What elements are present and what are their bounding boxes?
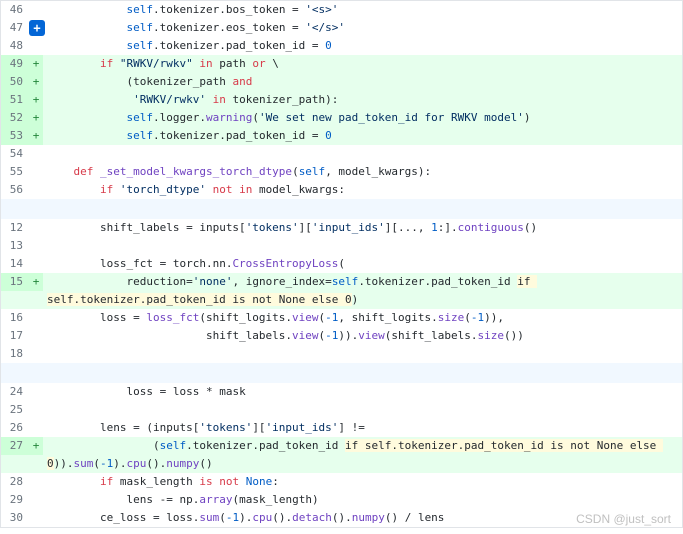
line-number: 53: [1, 127, 29, 145]
code-content[interactable]: if mask_length is not None:: [43, 473, 682, 491]
code-line: 49+ if "RWKV/rwkv" in path or \: [1, 55, 682, 73]
code-content[interactable]: reduction='none', ignore_index=self.toke…: [43, 273, 682, 309]
code-content[interactable]: if "RWKV/rwkv" in path or \: [43, 55, 682, 73]
line-number: 49: [1, 55, 29, 73]
code-line: 48 self.tokenizer.pad_token_id = 0: [1, 37, 682, 55]
code-content[interactable]: self.tokenizer.pad_token_id = 0: [43, 127, 682, 145]
diff-view: 46 self.tokenizer.bos_token = '<s>'47+ s…: [0, 0, 683, 528]
watermark: CSDN @just_sort: [576, 512, 671, 526]
code-line: 50+ (tokenizer_path and: [1, 73, 682, 91]
diff-marker: +: [29, 109, 43, 127]
code-content[interactable]: self.logger.warning('We set new pad_toke…: [43, 109, 682, 127]
line-number: 54: [1, 145, 29, 163]
line-number: 27: [1, 437, 29, 455]
line-number: 26: [1, 419, 29, 437]
line-number: 52: [1, 109, 29, 127]
code-line: 28 if mask_length is not None:: [1, 473, 682, 491]
hunk-separator: [1, 363, 682, 383]
code-line: 46 self.tokenizer.bos_token = '<s>': [1, 1, 682, 19]
line-number: 56: [1, 181, 29, 199]
code-content[interactable]: loss_fct = torch.nn.CrossEntropyLoss(: [43, 255, 682, 273]
code-content[interactable]: (self.tokenizer.pad_token_id if self.tok…: [43, 437, 682, 473]
line-number: 50: [1, 73, 29, 91]
code-content[interactable]: (tokenizer_path and: [43, 73, 682, 91]
line-number: 17: [1, 327, 29, 345]
code-line: 47+ self.tokenizer.eos_token = '</s>': [1, 19, 682, 37]
code-line: 51+ 'RWKV/rwkv' in tokenizer_path):: [1, 91, 682, 109]
hunk-separator: [1, 199, 682, 219]
code-line: 56 if 'torch_dtype' not in model_kwargs:: [1, 181, 682, 199]
line-number: 47+: [1, 19, 29, 37]
code-content[interactable]: lens -= np.array(mask_length): [43, 491, 682, 509]
line-number: 55: [1, 163, 29, 181]
line-number: 16: [1, 309, 29, 327]
code-content[interactable]: self.tokenizer.pad_token_id = 0: [43, 37, 682, 55]
line-number: 51: [1, 91, 29, 109]
code-content[interactable]: 'RWKV/rwkv' in tokenizer_path):: [43, 91, 682, 109]
line-number: 46: [1, 1, 29, 19]
line-number: 12: [1, 219, 29, 237]
code-line: 18: [1, 345, 682, 363]
diff-marker: +: [29, 273, 43, 291]
add-comment-button[interactable]: +: [29, 20, 45, 36]
code-content[interactable]: shift_labels = inputs['tokens']['input_i…: [43, 219, 682, 237]
code-line: 54: [1, 145, 682, 163]
code-line: 14 loss_fct = torch.nn.CrossEntropyLoss(: [1, 255, 682, 273]
code-line: 25: [1, 401, 682, 419]
line-number: 30: [1, 509, 29, 527]
code-line: 13: [1, 237, 682, 255]
line-number: 29: [1, 491, 29, 509]
diff-marker: +: [29, 127, 43, 145]
code-content[interactable]: self.tokenizer.eos_token = '</s>': [43, 19, 682, 37]
line-number: 13: [1, 237, 29, 255]
code-line: 29 lens -= np.array(mask_length): [1, 491, 682, 509]
code-line: 26 lens = (inputs['tokens']['input_ids']…: [1, 419, 682, 437]
code-content[interactable]: loss = loss * mask: [43, 383, 682, 401]
code-line: 12 shift_labels = inputs['tokens']['inpu…: [1, 219, 682, 237]
diff-marker: +: [29, 91, 43, 109]
line-number: 14: [1, 255, 29, 273]
line-number: 18: [1, 345, 29, 363]
code-line: 15+ reduction='none', ignore_index=self.…: [1, 273, 682, 309]
code-content[interactable]: self.tokenizer.bos_token = '<s>': [43, 1, 682, 19]
code-line: 17 shift_labels.view(-1)).view(shift_lab…: [1, 327, 682, 345]
code-line: 24 loss = loss * mask: [1, 383, 682, 401]
line-number: 25: [1, 401, 29, 419]
code-content[interactable]: if 'torch_dtype' not in model_kwargs:: [43, 181, 682, 199]
diff-marker: +: [29, 55, 43, 73]
line-number: 48: [1, 37, 29, 55]
line-number: 28: [1, 473, 29, 491]
diff-marker: +: [29, 73, 43, 91]
code-line: 52+ self.logger.warning('We set new pad_…: [1, 109, 682, 127]
code-content[interactable]: loss = loss_fct(shift_logits.view(-1, sh…: [43, 309, 682, 327]
code-line: 16 loss = loss_fct(shift_logits.view(-1,…: [1, 309, 682, 327]
line-number: 15: [1, 273, 29, 291]
diff-marker: +: [29, 437, 43, 455]
code-line: 55 def _set_model_kwargs_torch_dtype(sel…: [1, 163, 682, 181]
code-content[interactable]: def _set_model_kwargs_torch_dtype(self, …: [43, 163, 682, 181]
line-number: 24: [1, 383, 29, 401]
code-line: 53+ self.tokenizer.pad_token_id = 0: [1, 127, 682, 145]
code-line: 27+ (self.tokenizer.pad_token_id if self…: [1, 437, 682, 473]
code-content[interactable]: shift_labels.view(-1)).view(shift_labels…: [43, 327, 682, 345]
code-content[interactable]: lens = (inputs['tokens']['input_ids'] !=: [43, 419, 682, 437]
